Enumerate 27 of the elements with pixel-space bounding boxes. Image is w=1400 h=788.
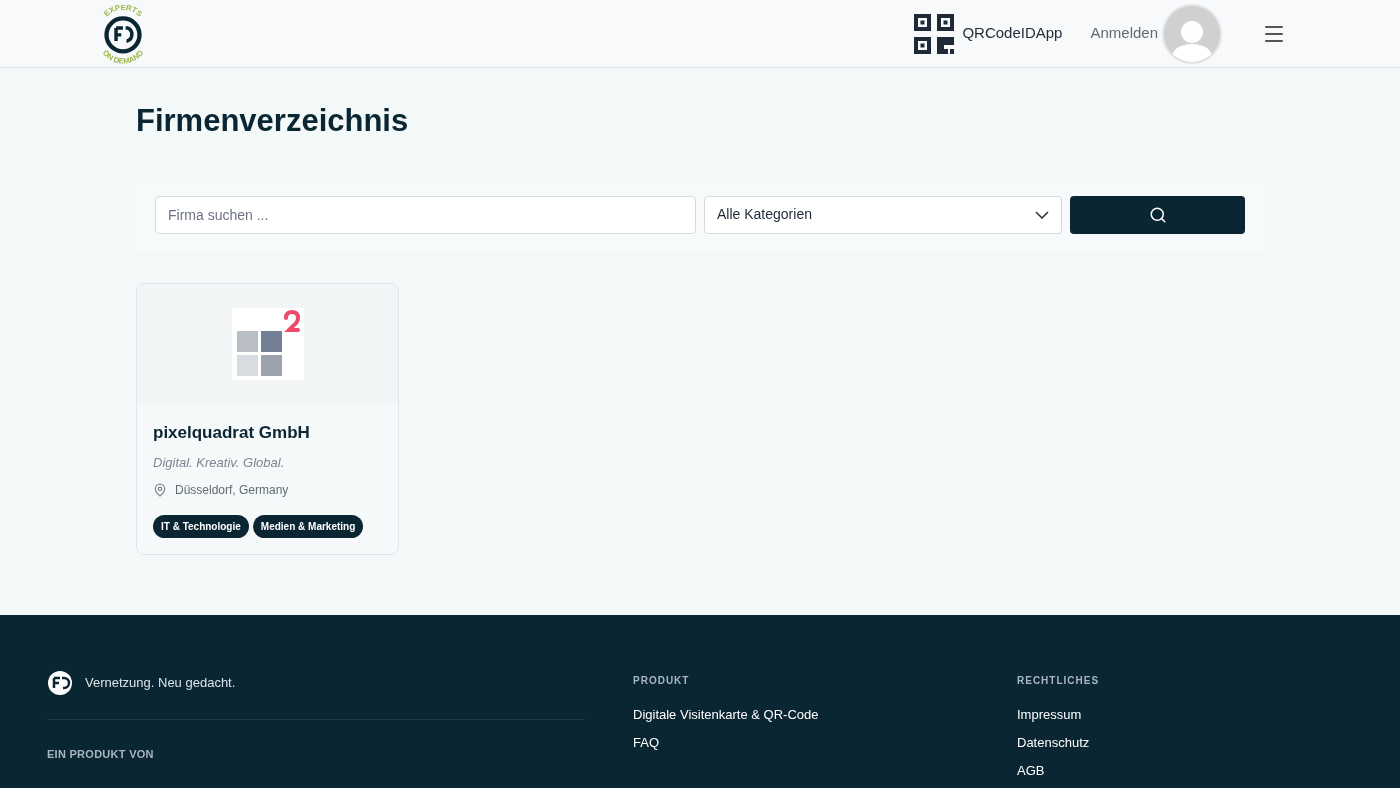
search-field[interactable]: Firma suchen ... — [155, 195, 696, 234]
logo-icon — [47, 670, 73, 696]
company-location: Düsseldorf, Germany — [175, 481, 289, 499]
footer-link[interactable]: AGB — [1017, 761, 1100, 781]
category-dropdown[interactable]: Alle Kategorien — [704, 195, 1062, 234]
login-link[interactable]: Anmelden — [1090, 22, 1158, 45]
footer-column-heading: PRODUKT — [633, 674, 691, 688]
chevron-down-icon — [1035, 210, 1049, 219]
location-pin-icon — [153, 482, 167, 497]
search-button[interactable] — [1070, 195, 1245, 234]
footer-link[interactable]: Impressum — [1017, 705, 1100, 725]
footer-column-heading: RECHTLICHES — [1017, 674, 1100, 688]
footer-link[interactable]: Digitale Visitenkarte & QR-Code — [633, 705, 1017, 725]
category-tag: IT & Technologie — [153, 514, 249, 538]
footer-tagline: Vernetzung. Neu gedacht. — [85, 674, 236, 693]
search-icon — [1148, 205, 1167, 224]
app-link[interactable]: QRCodeIDApp — [962, 22, 1063, 45]
category-value: Alle Kategorien — [717, 205, 812, 224]
footer-link[interactable]: Datenschutz — [1017, 733, 1100, 753]
company-card[interactable]: pixelquadrat GmbH Digital. Kreativ. Global. Düsseldorf, Germany IT & Technologie Medien & Marketing — [136, 282, 399, 555]
page-title: Firmenverzeichnis — [136, 102, 410, 140]
company-tagline: Digital. Kreativ. Global. — [153, 454, 286, 472]
company-name: pixelquadrat GmbH — [153, 421, 311, 444]
qr-code-icon — [914, 13, 955, 54]
footer-link[interactable]: FAQ — [633, 733, 1017, 753]
producer-heading: EIN PRODUKT VON — [47, 747, 155, 762]
category-tag: Medien & Marketing — [252, 514, 364, 538]
